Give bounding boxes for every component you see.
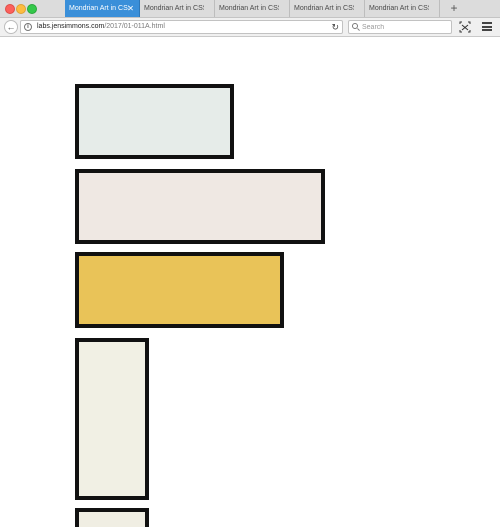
page-content xyxy=(0,37,500,527)
info-icon[interactable]: i xyxy=(24,23,32,31)
zoom-window-button[interactable] xyxy=(27,4,37,14)
url-bar[interactable]: i labs.jensimmons.com/2017/01-011A.html … xyxy=(20,20,343,34)
tab-2[interactable]: Mondrian Art in CSS Gr xyxy=(140,0,215,17)
search-bar[interactable] xyxy=(348,20,452,34)
search-icon xyxy=(352,23,358,29)
minimize-window-button[interactable] xyxy=(16,4,26,14)
navigation-bar: ← i labs.jensimmons.com/2017/01-011A.htm… xyxy=(0,18,500,37)
tab-label: Mondrian Art in CSS xyxy=(69,5,129,12)
screenshot-icon xyxy=(459,21,471,33)
tab-label: Mondrian Art in CSS Gr xyxy=(294,5,354,12)
mondrian-block-pale-green xyxy=(75,84,234,159)
tab-label: Mondrian Art in CSS Gr xyxy=(219,5,279,12)
new-tab-button[interactable]: + xyxy=(447,0,461,17)
reload-icon[interactable]: ↻ xyxy=(331,21,339,33)
mondrian-block-pale-pink xyxy=(75,169,325,244)
mondrian-block-yellow xyxy=(75,252,284,328)
tab-3[interactable]: Mondrian Art in CSS Gr xyxy=(215,0,290,17)
url-text[interactable]: labs.jensimmons.com/2017/01-011A.html xyxy=(37,21,165,33)
tab-1[interactable]: Mondrian Art in CSS ✕ xyxy=(65,0,140,17)
close-window-button[interactable] xyxy=(5,4,15,14)
screenshot-button[interactable] xyxy=(459,21,471,33)
search-input[interactable] xyxy=(362,21,448,33)
tab-label: Mondrian Art in CSS Gr xyxy=(144,5,204,12)
url-host: labs.jensimmons.com xyxy=(37,23,105,30)
browser-window: Mondrian Art in CSS ✕ Mondrian Art in CS… xyxy=(0,0,500,527)
mondrian-block-cream-tall xyxy=(75,338,149,500)
tab-4[interactable]: Mondrian Art in CSS Gr xyxy=(290,0,365,17)
tab-5[interactable]: Mondrian Art in CSS Gr xyxy=(365,0,440,17)
plus-icon: + xyxy=(450,1,458,15)
back-arrow-icon: ← xyxy=(6,22,16,32)
tab-label: Mondrian Art in CSS Gr xyxy=(369,5,429,12)
close-icon[interactable]: ✕ xyxy=(127,0,134,17)
back-button[interactable]: ← xyxy=(4,20,18,34)
mondrian-block-cream-partial xyxy=(75,508,149,527)
hamburger-menu-icon[interactable] xyxy=(482,22,492,31)
url-path: /2017/01-011A.html xyxy=(104,23,165,30)
tab-strip: Mondrian Art in CSS ✕ Mondrian Art in CS… xyxy=(0,0,500,18)
